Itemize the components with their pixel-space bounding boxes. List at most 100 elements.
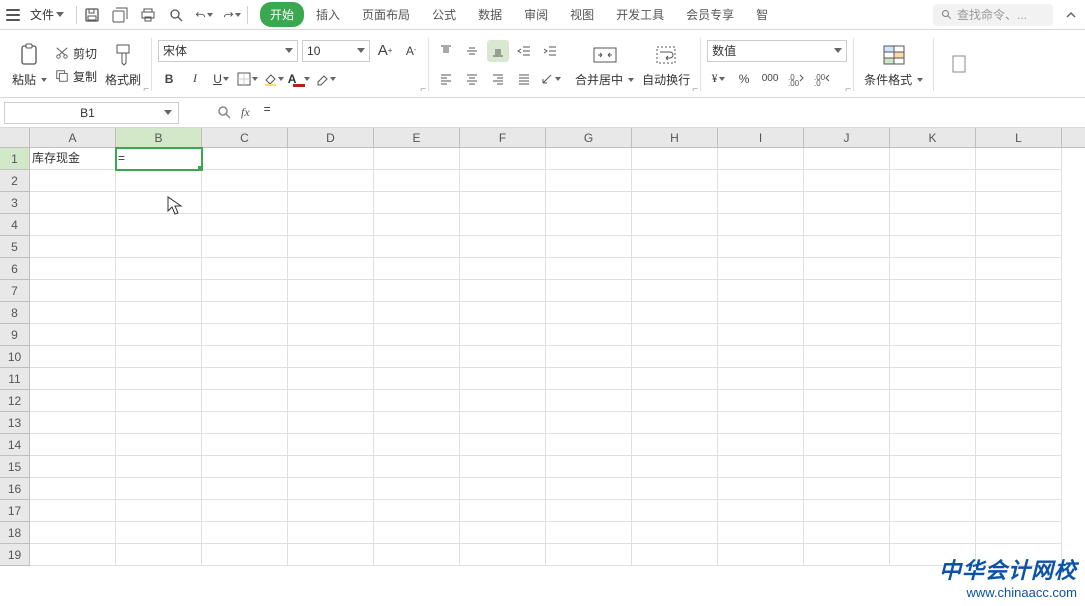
column-header[interactable]: J [804,128,890,147]
cell[interactable] [374,324,460,346]
cell[interactable] [718,412,804,434]
tab-smart[interactable]: 智 [746,2,778,27]
row-header[interactable]: 2 [0,170,29,192]
cell[interactable] [890,478,976,500]
column-header[interactable]: A [30,128,116,147]
cell[interactable] [632,302,718,324]
cell[interactable] [30,192,116,214]
cell[interactable] [202,214,288,236]
cell[interactable] [288,500,374,522]
cell[interactable] [718,302,804,324]
cell[interactable] [890,500,976,522]
bold-button[interactable]: B [158,68,180,90]
cell[interactable] [116,280,202,302]
column-header[interactable]: L [976,128,1062,147]
cell[interactable] [116,214,202,236]
orientation-icon[interactable] [539,68,561,90]
cell[interactable] [374,544,460,566]
cell[interactable] [288,390,374,412]
cell[interactable] [116,170,202,192]
cell[interactable] [890,170,976,192]
cell[interactable] [632,434,718,456]
cell[interactable] [632,368,718,390]
cell[interactable] [288,280,374,302]
cell[interactable] [202,324,288,346]
clear-format-button[interactable] [314,68,336,90]
cell[interactable] [976,456,1062,478]
cell[interactable] [546,544,632,566]
save-as-icon[interactable] [111,6,129,24]
cell[interactable] [460,192,546,214]
comma-style-icon[interactable]: 000 [759,68,781,90]
row-header[interactable]: 10 [0,346,29,368]
cell[interactable] [116,478,202,500]
cell[interactable] [718,258,804,280]
cell[interactable] [374,412,460,434]
tab-formula[interactable]: 公式 [422,2,466,27]
cell[interactable] [718,346,804,368]
cell[interactable] [890,258,976,280]
cell[interactable] [632,478,718,500]
cell[interactable] [976,434,1062,456]
cell[interactable] [374,434,460,456]
cell[interactable] [116,258,202,280]
cell[interactable] [718,478,804,500]
print-preview-icon[interactable] [167,6,185,24]
cell[interactable] [288,522,374,544]
cell[interactable] [202,544,288,566]
cell[interactable] [116,236,202,258]
row-header[interactable]: 7 [0,280,29,302]
cell[interactable] [288,258,374,280]
cell[interactable] [804,214,890,236]
row-header[interactable]: 4 [0,214,29,236]
row-header[interactable]: 16 [0,478,29,500]
tab-start[interactable]: 开始 [260,2,304,27]
cell[interactable] [374,346,460,368]
cell[interactable] [718,434,804,456]
cell[interactable] [374,390,460,412]
cell[interactable] [288,478,374,500]
cell[interactable] [460,478,546,500]
font-color-button[interactable]: A [288,68,310,90]
increase-font-icon[interactable]: A+ [374,40,396,62]
cell[interactable] [632,500,718,522]
column-header[interactable]: G [546,128,632,147]
cell[interactable] [116,412,202,434]
cell[interactable] [804,434,890,456]
row-header[interactable]: 13 [0,412,29,434]
cell[interactable] [632,148,718,170]
cell[interactable] [718,544,804,566]
cell[interactable] [632,544,718,566]
cell[interactable] [804,544,890,566]
underline-button[interactable]: U [210,68,232,90]
row-header[interactable]: 6 [0,258,29,280]
wrap-text-button[interactable]: 自动换行 [638,39,694,90]
cell[interactable] [460,214,546,236]
percent-icon[interactable]: % [733,68,755,90]
cell[interactable] [890,236,976,258]
cell[interactable] [202,412,288,434]
cell[interactable] [116,500,202,522]
cell[interactable] [288,214,374,236]
app-menu-icon[interactable] [4,6,22,24]
cells-area[interactable]: 库存现金= [30,148,1085,606]
cell[interactable] [30,544,116,566]
file-menu[interactable]: 文件 [24,6,70,23]
row-header[interactable]: 8 [0,302,29,324]
cell[interactable] [890,522,976,544]
cell[interactable] [546,192,632,214]
cell[interactable] [288,302,374,324]
cell[interactable] [374,368,460,390]
font-size-combo[interactable]: 10 [302,40,370,62]
cell[interactable] [116,434,202,456]
cell[interactable] [30,280,116,302]
cell[interactable] [546,500,632,522]
tab-data[interactable]: 数据 [468,2,512,27]
cell[interactable] [374,148,460,170]
row-header[interactable]: 1 [0,148,29,170]
cell[interactable] [202,434,288,456]
cell[interactable] [30,368,116,390]
cell[interactable] [632,258,718,280]
cell[interactable] [804,346,890,368]
cell[interactable] [804,236,890,258]
